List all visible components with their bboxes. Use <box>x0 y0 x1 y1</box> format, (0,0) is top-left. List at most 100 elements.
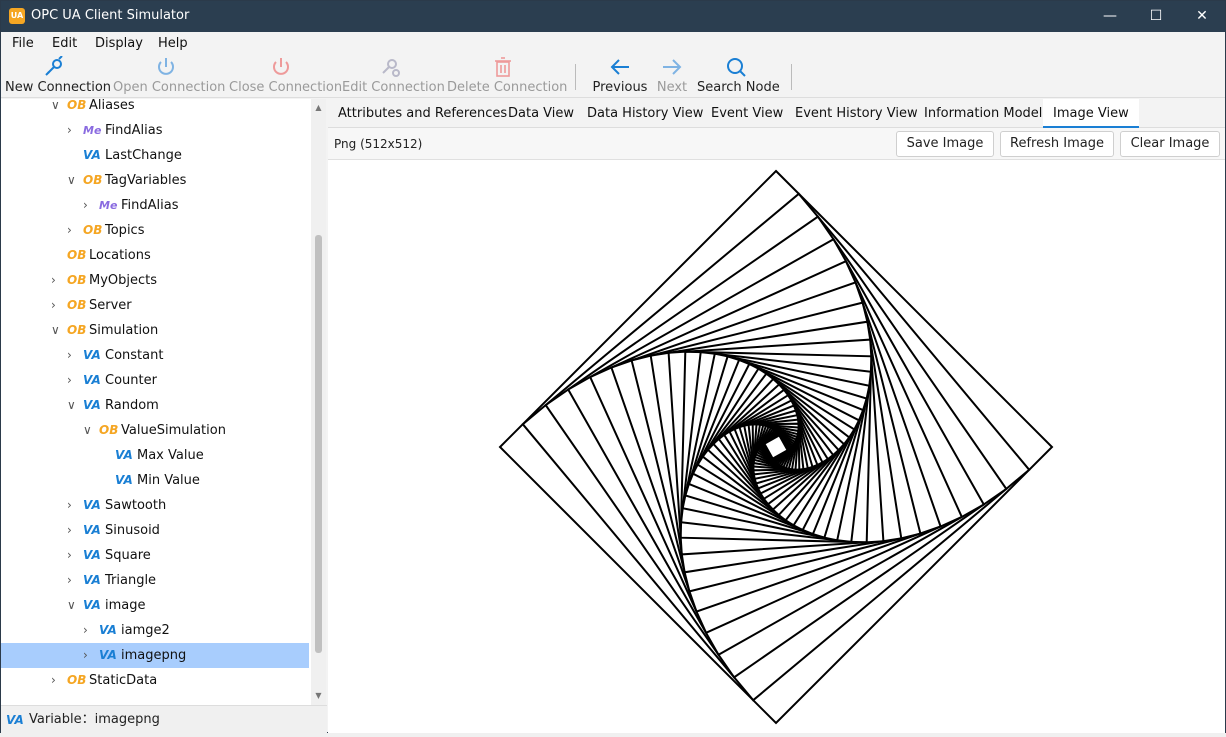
chevron-right-icon[interactable]: › <box>67 568 79 593</box>
save-image-button[interactable]: Save Image <box>896 131 994 157</box>
chevron-right-icon[interactable]: › <box>67 343 79 368</box>
chevron-down-icon[interactable]: ∨ <box>67 593 79 618</box>
chevron-right-icon[interactable]: › <box>67 493 79 518</box>
clear-image-button[interactable]: Clear Image <box>1120 131 1220 157</box>
variable-node-icon: VA <box>83 348 101 362</box>
search-node-button[interactable]: Search Node <box>697 54 780 98</box>
chevron-down-icon[interactable]: ∨ <box>51 99 63 118</box>
tree-node[interactable]: VA Max Value <box>1 443 309 468</box>
variable-node-icon: VA <box>83 573 101 587</box>
spiral-square <box>521 192 1031 702</box>
arrow-right-icon <box>663 59 682 75</box>
chevron-right-icon[interactable]: › <box>51 293 63 318</box>
toolbar: New Connection Open Connection Close Con… <box>1 54 1225 98</box>
tree-node[interactable]: › VA Square <box>1 543 309 568</box>
chevron-right-icon[interactable]: › <box>67 518 79 543</box>
chevron-right-icon[interactable]: › <box>83 643 95 668</box>
tree-node-label: image <box>105 598 146 613</box>
chevron-right-icon[interactable]: › <box>83 618 95 643</box>
open-connection-button[interactable]: Open Connection <box>113 54 226 98</box>
delete-connection-button[interactable]: Delete Connection <box>447 54 567 98</box>
menu-file[interactable]: File <box>12 36 34 51</box>
chevron-down-icon[interactable]: ∨ <box>51 318 63 343</box>
tab-image-view[interactable]: Image View <box>1043 99 1139 128</box>
scroll-thumb[interactable] <box>315 235 322 653</box>
tree-node[interactable]: › VA Counter <box>1 368 309 393</box>
chevron-right-icon[interactable]: › <box>51 668 63 693</box>
scroll-down-icon[interactable]: ▼ <box>313 691 324 701</box>
chevron-right-icon[interactable]: › <box>67 368 79 393</box>
tree-node[interactable]: › VA imagepng <box>1 643 309 668</box>
open-connection-label: Open Connection <box>113 80 226 95</box>
tree-node[interactable]: ∨ OB Aliases <box>1 99 309 118</box>
next-button[interactable]: Next <box>653 54 691 98</box>
tree-node[interactable]: OB Locations <box>1 243 309 268</box>
tree-node[interactable]: › VA Triangle <box>1 568 309 593</box>
tree-node[interactable]: › VA iamge2 <box>1 618 309 643</box>
method-node-icon: Me <box>99 199 118 212</box>
menu-edit[interactable]: Edit <box>52 36 77 51</box>
spiral-square <box>696 367 856 527</box>
tab-data-history-view[interactable]: Data History View <box>577 99 713 128</box>
tab-attributes-and-references[interactable]: Attributes and References <box>328 99 517 128</box>
tree-node[interactable]: › OB Topics <box>1 218 309 243</box>
tree-node[interactable]: › OB StaticData <box>1 668 309 693</box>
tab-information-model[interactable]: Information Model <box>914 99 1052 128</box>
maximize-button[interactable]: ☐ <box>1133 1 1179 32</box>
tree-node-label: Server <box>89 298 132 313</box>
tab-event-history-view[interactable]: Event History View <box>785 99 928 128</box>
previous-label: Previous <box>592 80 648 95</box>
close-window-button[interactable]: ✕ <box>1179 1 1225 32</box>
menu-help[interactable]: Help <box>158 36 188 51</box>
chevron-right-icon[interactable]: › <box>51 268 63 293</box>
variable-node-icon: VA <box>115 448 133 462</box>
tree-node[interactable]: ∨ OB ValueSimulation <box>1 418 309 443</box>
tree-node[interactable]: › VA Constant <box>1 343 309 368</box>
tree-scrollbar[interactable]: ▲ ▼ <box>311 99 326 705</box>
chevron-down-icon[interactable]: ∨ <box>83 418 95 443</box>
tree-node[interactable]: › Me FindAlias <box>1 193 309 218</box>
tree-node[interactable]: VA LastChange <box>1 143 309 168</box>
chevron-down-icon[interactable]: ∨ <box>67 393 79 418</box>
tree-node-label: Topics <box>105 223 145 238</box>
tree-node[interactable]: › OB MyObjects <box>1 268 309 293</box>
refresh-image-button[interactable]: Refresh Image <box>1000 131 1114 157</box>
image-format-info: Png (512x512) <box>334 137 423 151</box>
content-panel: Attributes and References Data View Data… <box>328 99 1225 733</box>
object-node-icon: OB <box>67 273 87 287</box>
window-title: OPC UA Client Simulator <box>31 8 190 23</box>
tree-node[interactable]: ∨ OB TagVariables <box>1 168 309 193</box>
scroll-up-icon[interactable]: ▲ <box>313 103 324 113</box>
tree-node-label: iamge2 <box>121 623 170 638</box>
tab-event-view[interactable]: Event View <box>701 99 793 128</box>
chevron-right-icon[interactable]: › <box>67 543 79 568</box>
tree-node[interactable]: › Me FindAlias <box>1 118 309 143</box>
tree-node[interactable]: › VA Sawtooth <box>1 493 309 518</box>
edit-connection-button[interactable]: Edit Connection <box>342 54 445 98</box>
tree-node[interactable]: › VA Sinusoid <box>1 518 309 543</box>
chevron-right-icon[interactable]: › <box>67 118 79 143</box>
tree-node-label: Sinusoid <box>105 523 160 538</box>
chevron-right-icon[interactable]: › <box>83 193 95 218</box>
image-toolbar: Png (512x512) Save Image Refresh Image C… <box>328 128 1225 160</box>
variable-node-icon: VA <box>83 523 101 537</box>
edit-plug-icon <box>382 59 400 77</box>
tree-node-label: LastChange <box>105 148 182 163</box>
address-space-tree[interactable]: ∨ OB Aliases › Me FindAlias VA LastChange ∨ OB Tag… <box>1 99 326 705</box>
chevron-right-icon[interactable]: › <box>67 218 79 243</box>
tree-node[interactable]: ∨ VA image <box>1 593 309 618</box>
tree-node[interactable]: › OB Server <box>1 293 309 318</box>
chevron-down-icon[interactable]: ∨ <box>67 168 79 193</box>
tree-node[interactable]: ∨ OB Simulation <box>1 318 309 343</box>
tree-node[interactable]: VA Min Value <box>1 468 309 493</box>
tab-data-view[interactable]: Data View <box>498 99 584 128</box>
minimize-button[interactable]: — <box>1087 1 1133 32</box>
menu-display[interactable]: Display <box>95 36 143 51</box>
object-node-icon: OB <box>67 99 87 112</box>
close-connection-button[interactable]: Close Connection <box>229 54 342 98</box>
tree-node[interactable]: ∨ VA Random <box>1 393 309 418</box>
new-connection-button[interactable]: New Connection <box>5 54 111 98</box>
power-icon <box>158 58 174 75</box>
previous-button[interactable]: Previous <box>591 54 649 98</box>
object-node-icon: OB <box>99 423 119 437</box>
